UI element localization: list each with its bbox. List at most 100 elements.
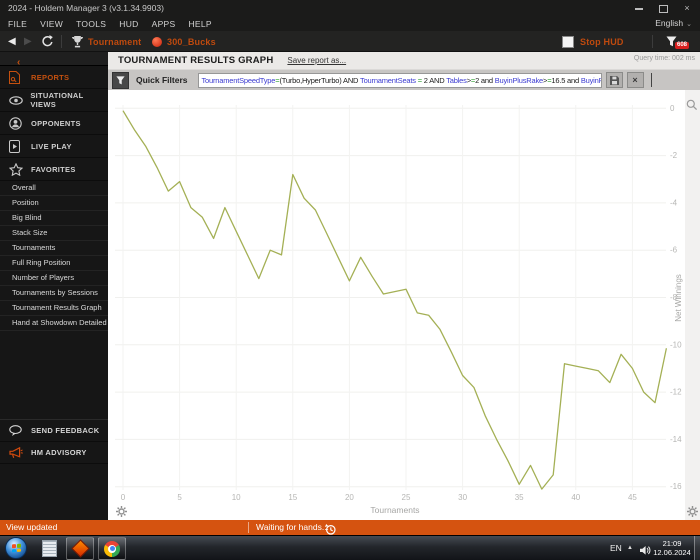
svg-text:-12: -12	[670, 388, 682, 397]
sidebar-report-big-blind[interactable]: Big Blind	[0, 211, 108, 226]
start-button[interactable]	[5, 537, 27, 559]
sidebar-section-label: LIVE PLAY	[31, 141, 72, 151]
language-selector[interactable]: English ⌄	[655, 18, 692, 28]
sidebar-report-position[interactable]: Position	[0, 196, 108, 211]
trophy-icon	[71, 31, 84, 52]
menu-item-apps[interactable]: APPS	[152, 19, 176, 29]
holdem-manager-window: 2024 - Holdem Manager 3 (v3.1.34.9903) ×…	[0, 0, 700, 560]
player-tab[interactable]: 300_Bucks	[167, 31, 216, 52]
back-icon[interactable]: ◀	[8, 31, 16, 52]
close-button[interactable]: ×	[680, 3, 694, 14]
sidebar-report-number-of-players[interactable]: Number of Players	[0, 271, 108, 286]
menu-item-tools[interactable]: TOOLS	[76, 19, 106, 29]
svg-text:20: 20	[345, 493, 354, 502]
chevron-down-icon: ⌄	[686, 21, 692, 28]
maximize-button[interactable]	[656, 3, 670, 14]
sidebar-section-situational-views[interactable]: SITUATIONAL VIEWS	[0, 89, 108, 112]
sidebar-section-reports[interactable]: REPORTS	[0, 66, 108, 89]
sidebar-report-tournament-results-graph[interactable]: Tournament Results Graph	[0, 301, 108, 316]
sidebar-section-opponents[interactable]: OPPONENTS	[0, 112, 108, 135]
chart-settings-left-gear-icon[interactable]	[116, 506, 127, 517]
sidebar-collapse[interactable]: ‹	[0, 52, 108, 68]
reports-icon	[9, 70, 24, 84]
svg-text:35: 35	[515, 493, 524, 502]
tray-hidden-icons-arrow[interactable]: ▲	[627, 545, 633, 551]
tournament-results-line-chart: 0-2-4-6-8-10-12-14-160 5 10 15 20 25 30 35 40 45T…	[115, 104, 683, 515]
taskbar-app-window-icon[interactable]	[35, 537, 63, 560]
tournament-tab[interactable]: Tournament	[88, 31, 141, 52]
menu-item-file[interactable]: FILE	[8, 19, 27, 29]
sidebar-section-label: SITUATIONAL VIEWS	[30, 91, 84, 109]
filter-segment-field: BuyinPlusRake	[580, 75, 602, 85]
filter-segment-field: TournamentSeats	[360, 75, 416, 85]
svg-text:45: 45	[628, 493, 637, 502]
menu-item-view[interactable]: VIEW	[40, 19, 63, 29]
sidebar-section-favorites[interactable]: FAVORITES	[0, 158, 108, 181]
chart-zoom-icon[interactable]	[686, 99, 698, 111]
sidebar-hm-advisory[interactable]: HM ADVISORY	[0, 442, 108, 464]
chart-settings-right-gear-icon[interactable]	[687, 506, 698, 517]
sidebar-report-hand-at-showdown-detailed[interactable]: Hand at Showdown Detailed	[0, 316, 108, 331]
tray-clock[interactable]: 21:09 12.06.2024	[651, 539, 693, 557]
svg-text:-14: -14	[670, 435, 682, 444]
filter-funnel-icon[interactable]: 608	[666, 31, 690, 52]
svg-text:30: 30	[458, 493, 467, 502]
filter-segment-field: BuyinPlusRake	[494, 75, 543, 85]
svg-text:0: 0	[670, 104, 675, 113]
taskbar-chrome-icon[interactable]	[98, 537, 126, 560]
taskbar-holdem-manager-icon[interactable]	[66, 537, 94, 560]
stop-hud-checkbox[interactable]	[562, 31, 574, 52]
sidebar-report-full-ring-position[interactable]: Full Ring Position	[0, 256, 108, 271]
tray-language-indicator[interactable]: EN	[610, 536, 622, 560]
show-desktop-button[interactable]	[694, 536, 700, 560]
svg-text:Tournaments: Tournaments	[370, 505, 419, 515]
save-report-link[interactable]: Save report as...	[287, 56, 346, 65]
view-updated-status: View updated	[6, 522, 58, 532]
page-title: TOURNAMENT RESULTS GRAPH	[118, 55, 274, 66]
results-chart-area: 0 -2 -4 -6 -8 -10 -12 -14 -16 0 5 10 15 20 25 30 35 40 45 T…	[108, 90, 700, 520]
svg-text:5: 5	[177, 493, 182, 502]
report-header: TOURNAMENT RESULTS GRAPH Save report as.…	[108, 52, 700, 70]
query-time: Query time: 002 ms	[633, 55, 695, 62]
quick-filters-bar: Quick Filters TournamentSpeedType=(Turbo…	[108, 70, 700, 90]
filter-segment-plain: (Turbo,HyperTurbo) AND	[279, 75, 361, 85]
menu-item-help[interactable]: HELP	[188, 19, 211, 29]
stop-hud-label[interactable]: Stop HUD	[580, 31, 624, 52]
quick-filters-label: Quick Filters	[136, 75, 188, 85]
text-cursor	[650, 73, 652, 87]
play-icon	[9, 139, 24, 153]
star-icon	[9, 162, 24, 176]
waiting-for-hands-status: Waiting for hands...	[256, 522, 329, 532]
windows-taskbar: EN ▲ 21:09 12.06.2024	[0, 535, 700, 560]
svg-text:-10: -10	[670, 340, 682, 349]
sidebar-footer-label: HM ADVISORY	[31, 448, 87, 457]
filter-expression-input[interactable]: TournamentSpeedType=(Turbo,HyperTurbo) A…	[197, 72, 602, 88]
filter-segment-plain: 2 AND	[421, 75, 447, 85]
sidebar-section-live-play[interactable]: LIVE PLAY	[0, 135, 108, 158]
minimize-button[interactable]	[632, 3, 646, 14]
forward-icon[interactable]: ▶	[24, 31, 32, 52]
eye-icon	[9, 95, 23, 105]
sidebar: ‹ REPORTS SITUATIONAL VIEWS OPPONENTS LIVE …	[0, 52, 108, 520]
sidebar-footer-label: SEND FEEDBACK	[31, 426, 100, 435]
menu-bar: FILE VIEW TOOLS HUD APPS HELP	[0, 17, 700, 31]
filter-segment-field: TournamentSpeedType	[201, 75, 276, 85]
sidebar-send-feedback[interactable]: SEND FEEDBACK	[0, 420, 108, 442]
sidebar-report-stack-size[interactable]: Stack Size	[0, 226, 108, 241]
quick-filter-funnel-button[interactable]	[112, 71, 129, 89]
menu-item-hud[interactable]: HUD	[119, 19, 138, 29]
refresh-icon[interactable]	[41, 31, 54, 52]
status-bar: View updated Waiting for hands...	[0, 520, 700, 535]
svg-text:-4: -4	[670, 198, 678, 207]
sidebar-report-tournaments[interactable]: Tournaments	[0, 241, 108, 256]
sidebar-report-overall[interactable]: Overall	[0, 181, 108, 196]
svg-text:-6: -6	[670, 246, 678, 255]
save-filter-button[interactable]	[605, 72, 623, 88]
filter-count-badge: 608	[675, 42, 690, 49]
speaker-icon[interactable]	[640, 543, 651, 560]
window-title: 2024 - Holdem Manager 3 (v3.1.34.9903)	[8, 3, 164, 13]
sidebar-report-tournaments-by-sessions[interactable]: Tournaments by Sessions	[0, 286, 108, 301]
title-bar: 2024 - Holdem Manager 3 (v3.1.34.9903) ×	[0, 0, 700, 17]
svg-text:10: 10	[232, 493, 241, 502]
clear-filter-button[interactable]: ×	[626, 72, 644, 88]
